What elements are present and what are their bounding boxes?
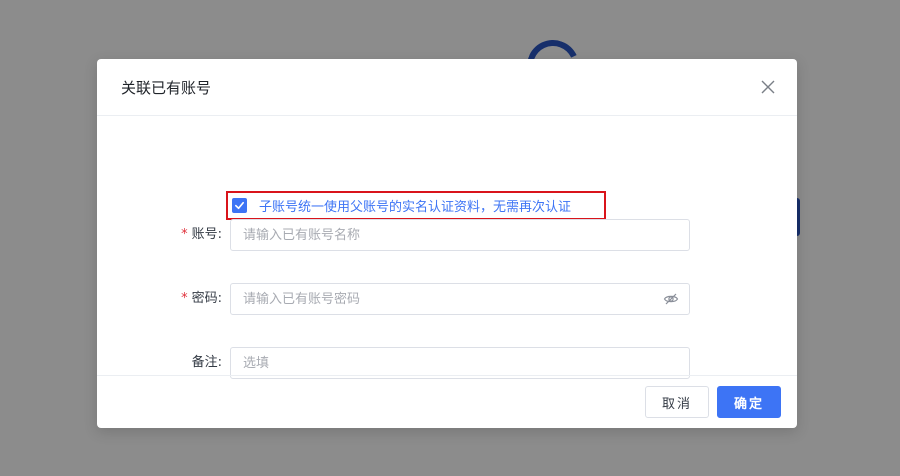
close-button[interactable]: [757, 76, 779, 98]
cancel-button[interactable]: 取消: [645, 386, 709, 418]
eye-slash-icon[interactable]: [663, 291, 679, 307]
account-label: * 账号:: [181, 219, 222, 251]
inherit-verification-notice: 子账号统一使用父账号的实名认证资料，无需再次认证: [226, 191, 606, 220]
inherit-verification-checkbox[interactable]: [232, 198, 247, 213]
dialog-body: 子账号统一使用父账号的实名认证资料，无需再次认证 *账号: *密码: 备注:: [97, 116, 797, 379]
password-input[interactable]: [230, 283, 690, 315]
password-label-text: 密码:: [191, 291, 222, 306]
required-mark: *: [181, 291, 188, 306]
account-label-text: 账号:: [191, 227, 222, 242]
password-label: * 密码:: [181, 283, 222, 315]
account-row: * 账号:: [97, 219, 797, 251]
account-input[interactable]: [230, 219, 690, 251]
required-mark: *: [181, 227, 188, 242]
notice-text: 子账号统一使用父账号的实名认证资料，无需再次认证: [259, 200, 572, 215]
dialog-header: 关联已有账号: [97, 59, 797, 116]
link-account-dialog: 关联已有账号 子账号统一使用父账号的实名认证资料，无需再次认证 *账号: *密码…: [97, 59, 797, 428]
confirm-button[interactable]: 确定: [717, 386, 781, 418]
dialog-title: 关联已有账号: [121, 78, 212, 97]
check-icon: [235, 201, 244, 210]
password-row: * 密码:: [97, 283, 797, 315]
dialog-footer: 取消 确定: [97, 375, 797, 429]
close-icon: [761, 80, 775, 94]
